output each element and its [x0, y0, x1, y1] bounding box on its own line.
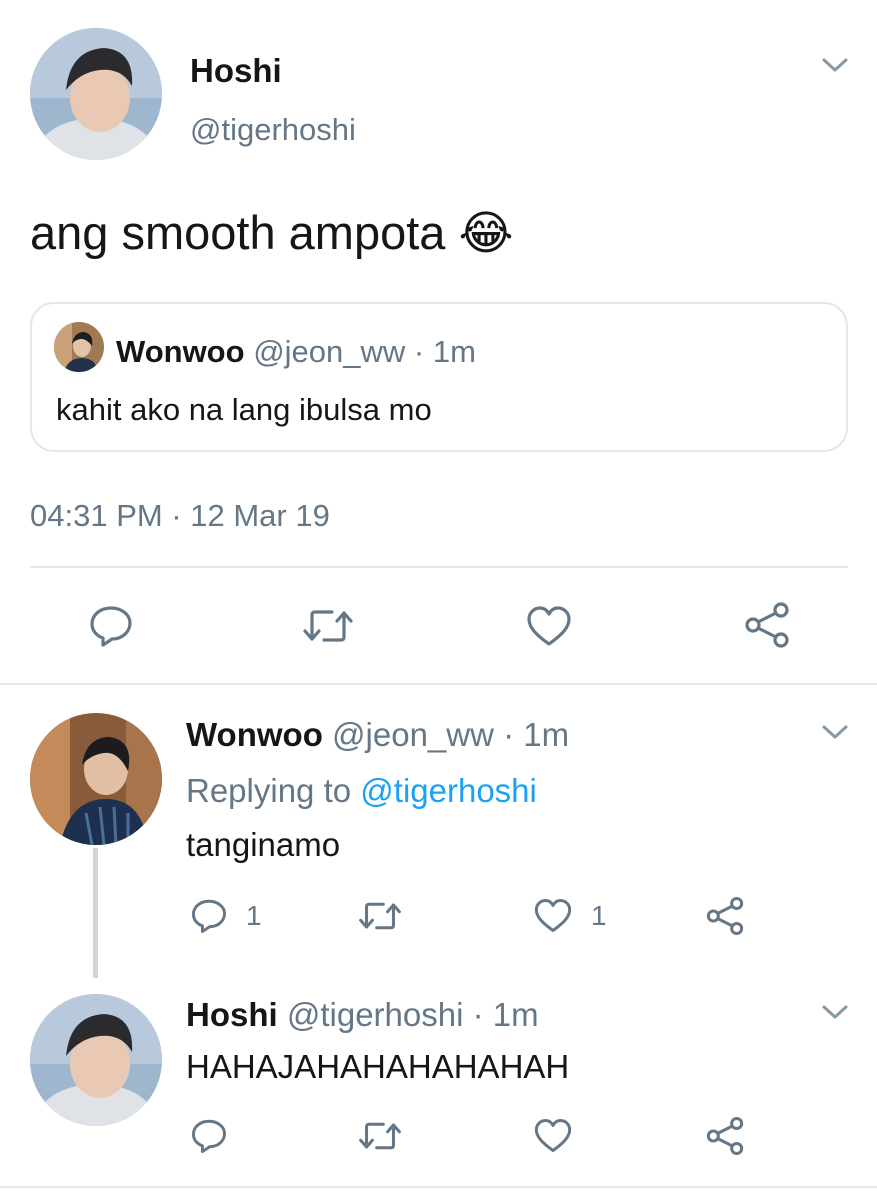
display-name[interactable]: Hoshi	[190, 52, 282, 90]
retweet-icon	[359, 902, 401, 930]
timestamp[interactable]: 04:31 PM · 12 Mar 19	[30, 498, 330, 534]
laughing-emoji: 😂	[458, 206, 514, 259]
retweet-icon	[303, 610, 353, 642]
share-icon	[706, 1117, 744, 1155]
tweet-text: ang smooth ampota 😂	[30, 205, 513, 261]
share-icon	[745, 602, 789, 648]
separator: ·	[472, 996, 484, 1033]
chevron-down-icon[interactable]	[820, 1002, 850, 1022]
share-button[interactable]	[705, 896, 745, 936]
chevron-down-icon[interactable]	[820, 722, 850, 742]
reply-icon	[191, 899, 227, 934]
reply-icon	[191, 1119, 227, 1154]
retweet-icon	[359, 1122, 401, 1150]
reply-button[interactable]: 1	[190, 898, 262, 934]
reply-button[interactable]	[88, 604, 134, 648]
reply-tweet[interactable]: Hoshi @tigerhoshi · 1m HAHAJAHAHAHAHAHAH	[0, 978, 877, 1186]
bottom-divider	[0, 1186, 877, 1188]
chevron-down-icon[interactable]	[820, 55, 850, 75]
main-tweet: Hoshi @tigerhoshi ang smooth ampota 😂 Wo…	[0, 0, 877, 684]
time[interactable]: 1m	[493, 996, 539, 1033]
handle[interactable]: @tigerhoshi	[287, 996, 464, 1033]
quoted-text: kahit ako na lang ibulsa mo	[56, 392, 432, 427]
share-icon	[706, 897, 744, 935]
section-divider	[0, 683, 877, 685]
reply-count: 1	[246, 900, 262, 931]
like-icon	[534, 899, 572, 932]
reply-text: HAHAJAHAHAHAHAHAH	[186, 1048, 570, 1085]
replying-handle-link[interactable]: @tigerhoshi	[360, 772, 537, 809]
display-name[interactable]: Hoshi	[186, 996, 278, 1033]
replying-to: Replying to @tigerhoshi	[186, 772, 537, 810]
time[interactable]: 1m	[523, 716, 569, 753]
retweet-button[interactable]	[358, 1120, 402, 1152]
handle[interactable]: @tigerhoshi	[190, 112, 356, 148]
quoted-separator: ·	[413, 334, 425, 369]
retweet-button[interactable]	[358, 900, 402, 932]
tweet-text-body: ang smooth ampota	[30, 206, 446, 259]
handle[interactable]: @jeon_ww	[332, 716, 494, 753]
like-button[interactable]	[533, 1118, 573, 1153]
retweet-button[interactable]	[302, 607, 354, 645]
separator: ·	[503, 716, 515, 753]
quoted-time: 1m	[432, 334, 476, 369]
quoted-handle: @jeon_ww	[253, 334, 406, 369]
display-name[interactable]: Wonwoo	[186, 716, 323, 753]
thread-line	[93, 848, 98, 978]
like-button[interactable]: 1	[533, 898, 607, 933]
reply-icon	[90, 606, 132, 647]
quoted-header: Wonwoo @jeon_ww · 1m	[116, 334, 476, 370]
reply-text: tanginamo	[186, 826, 341, 863]
share-button[interactable]	[743, 601, 791, 649]
avatar[interactable]	[30, 713, 162, 845]
divider	[30, 566, 848, 568]
like-button[interactable]	[525, 605, 573, 647]
reply-header: Hoshi @tigerhoshi · 1m	[186, 996, 539, 1034]
share-button[interactable]	[705, 1116, 745, 1156]
quoted-display-name: Wonwoo	[116, 334, 245, 369]
like-count: 1	[591, 899, 607, 931]
quoted-avatar	[54, 322, 104, 372]
like-icon	[527, 606, 571, 646]
reply-header: Wonwoo @jeon_ww · 1m	[186, 716, 569, 754]
like-icon	[534, 1119, 572, 1152]
reply-tweet[interactable]: Wonwoo @jeon_ww · 1m Replying to @tigerh…	[0, 686, 877, 978]
reply-button[interactable]	[190, 1118, 228, 1154]
avatar[interactable]	[30, 994, 162, 1126]
avatar[interactable]	[30, 28, 162, 160]
replying-prefix: Replying to	[186, 772, 352, 809]
quoted-tweet[interactable]: Wonwoo @jeon_ww · 1m kahit ako na lang i…	[30, 302, 848, 452]
